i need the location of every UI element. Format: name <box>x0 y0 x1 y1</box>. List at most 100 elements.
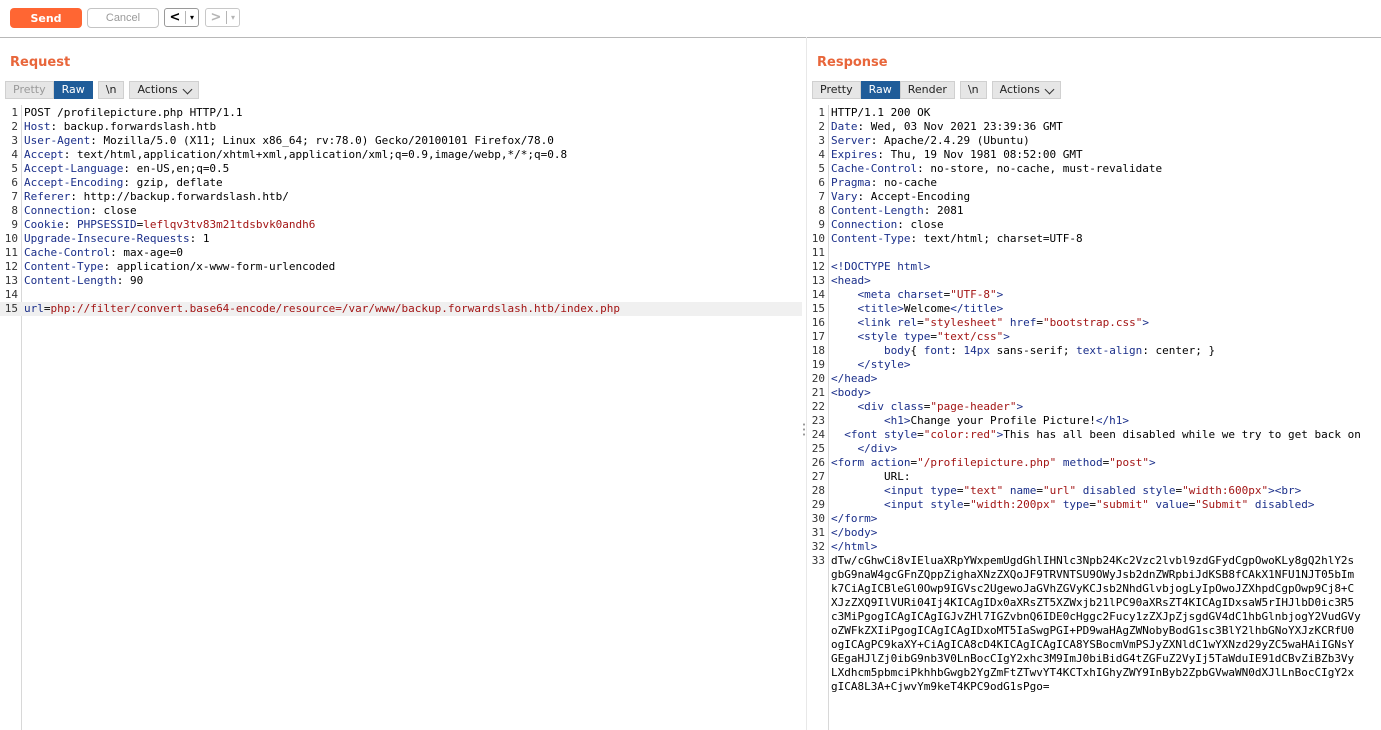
code-text: Host: backup.forwardslash.htb <box>24 120 216 134</box>
code-line: 32 </html> <box>807 540 1381 554</box>
tab-raw[interactable]: Raw <box>860 81 900 99</box>
code-token: Change your Profile Picture! <box>910 414 1096 427</box>
code-token: : close <box>90 204 137 217</box>
code-token: "/profilepicture.php" <box>917 456 1057 469</box>
code-token: : <box>950 344 964 357</box>
code-line: 5 Cache-Control: no-store, no-cache, must… <box>807 162 1381 176</box>
code-line: 10 Upgrade-Insecure-Requests: 1 <box>0 232 802 246</box>
code-token: : Wed, 03 Nov 2021 23:39:36 GMT <box>857 120 1063 133</box>
code-token: = <box>930 330 937 343</box>
code-token: Welcome <box>903 302 951 315</box>
code-token: "text" <box>963 484 1004 497</box>
code-token: Referer <box>24 190 71 203</box>
code-token: style <box>930 498 964 511</box>
chevron-down-icon[interactable]: ▾ <box>227 13 239 22</box>
code-text: <!DOCTYPE html> <box>831 260 930 274</box>
code-text: </body> <box>831 526 877 540</box>
history-forward-button[interactable]: > ▾ <box>205 8 240 27</box>
code-line: gbG9naW4gcGFnZQppZighaXNzZXQoJF9TRVNTSU9… <box>807 568 1381 582</box>
code-token: { <box>910 344 924 357</box>
code-token: : Thu, 19 Nov 1981 08:52:00 GMT <box>877 148 1083 161</box>
code-token: </head> <box>831 372 878 385</box>
resize-handle-icon[interactable] <box>802 422 806 438</box>
code-token: sans-serif; <box>989 344 1077 357</box>
code-token: Expires <box>831 148 878 161</box>
tab-raw[interactable]: Raw <box>53 81 93 99</box>
code-token: : max-age=0 <box>110 246 183 259</box>
code-token: > <box>1142 316 1149 329</box>
code-line: 2 Date: Wed, 03 Nov 2021 23:39:36 GMT <box>807 120 1381 134</box>
chevron-down-icon[interactable]: ▾ <box>186 13 198 22</box>
response-editor[interactable]: 1 HTTP/1.1 200 OK 2 Date: Wed, 03 Nov 2021 … <box>807 105 1381 730</box>
tab-render[interactable]: Render <box>899 81 955 99</box>
code-token: class <box>890 400 924 413</box>
code-token: value <box>1155 498 1189 511</box>
code-token: disabled <box>1082 484 1136 497</box>
line-number: 26 <box>811 456 825 469</box>
history-back-button[interactable]: < ▾ <box>164 8 199 27</box>
code-token: : close <box>897 218 944 231</box>
code-token: : center; } <box>1142 344 1216 357</box>
code-line: 12 Content-Type: application/x-www-form-u… <box>0 260 802 274</box>
code-text: <link rel="stylesheet" href="bootstrap.c… <box>831 316 1149 330</box>
code-token: POST /profilepicture.php HTTP/1.1 <box>24 106 243 119</box>
code-token: "width:200px" <box>970 498 1057 511</box>
code-text: Connection: close <box>24 204 137 218</box>
line-number: 11 <box>4 246 18 259</box>
actions-menu-button[interactable]: Actions <box>991 81 1061 99</box>
line-number: 1 <box>11 106 18 119</box>
code-token: 14px <box>963 344 990 357</box>
code-token: "width:600px" <box>1182 484 1269 497</box>
line-number: 10 <box>4 232 18 245</box>
code-text: Upgrade-Insecure-Requests: 1 <box>24 232 209 246</box>
code-token: "url" <box>1042 484 1077 497</box>
code-token: url <box>24 302 44 315</box>
code-text: </form> <box>831 512 877 526</box>
code-token: c3MiPgogICAgICAgIGJvZHl7IGZvbnQ6IDE0cHgg… <box>831 610 1361 623</box>
code-text: Accept-Encoding: gzip, deflate <box>24 176 223 190</box>
line-number: 25 <box>811 442 825 455</box>
code-line: 14 <meta charset="UTF-8"> <box>807 288 1381 302</box>
request-editor[interactable]: 1 POST /profilepicture.php HTTP/1.1 2 Host:… <box>0 105 802 730</box>
code-token: Content-Type <box>831 232 911 245</box>
code-token: > <box>996 288 1004 301</box>
code-text: <meta charset="UTF-8"> <box>831 288 1004 302</box>
code-text: <body> <box>831 386 871 400</box>
code-token: type <box>903 330 931 343</box>
tab-pretty[interactable]: Pretty <box>5 81 54 99</box>
line-number: 13 <box>4 274 18 287</box>
code-line: XJzZXQ9IlVURi04Ij4KICAgIDx0aXRsZT5XZWxjb… <box>807 596 1381 610</box>
code-token: = <box>917 428 924 441</box>
tab-newline[interactable]: \n <box>97 81 125 99</box>
code-token: charset <box>897 288 944 301</box>
send-button[interactable]: Send <box>10 8 82 28</box>
code-text: <input type="text" name="url" disabled s… <box>831 484 1301 498</box>
code-line: LXdhcm5pbmciPkhhbGwgb2YgZmFtZTwvYT4KCTxh… <box>807 666 1381 680</box>
code-line: 27 URL: <box>807 470 1381 484</box>
code-token: GEgaHJlZj0ibG9nb3V0LnBocCIgY2xhc3M9ImJ0b… <box>831 652 1355 665</box>
code-token: : en-US,en;q=0.5 <box>123 162 230 175</box>
tab-pretty[interactable]: Pretty <box>812 81 861 99</box>
code-token: font <box>923 344 951 357</box>
line-number: 15 <box>4 302 18 315</box>
line-number: 7 <box>11 190 18 203</box>
actions-menu-button[interactable]: Actions <box>129 81 199 99</box>
code-token: Connection <box>24 204 91 217</box>
code-line: 8 Content-Length: 2081 <box>807 204 1381 218</box>
code-line: 33 dTw/cGhwCi8vIEluaXRpYWxpemUgdGhlIHNlc3… <box>807 554 1381 568</box>
code-text: Accept: text/html,application/xhtml+xml,… <box>24 148 567 162</box>
code-text: Content-Length: 2081 <box>831 204 963 218</box>
line-number: 10 <box>811 232 825 245</box>
code-token: <font <box>844 428 884 441</box>
code-line: k7CiAgICBleGl0Owp9IGVsc2UgewoJaGVhZGVyKC… <box>807 582 1381 596</box>
code-line: 4 Expires: Thu, 19 Nov 1981 08:52:00 GMT <box>807 148 1381 162</box>
line-number: 33 <box>811 554 825 567</box>
code-text: <input style="width:200px" type="submit"… <box>831 498 1315 512</box>
cancel-button[interactable]: Cancel <box>87 8 159 28</box>
tab-newline[interactable]: \n <box>959 81 987 99</box>
line-number: 32 <box>811 540 825 553</box>
